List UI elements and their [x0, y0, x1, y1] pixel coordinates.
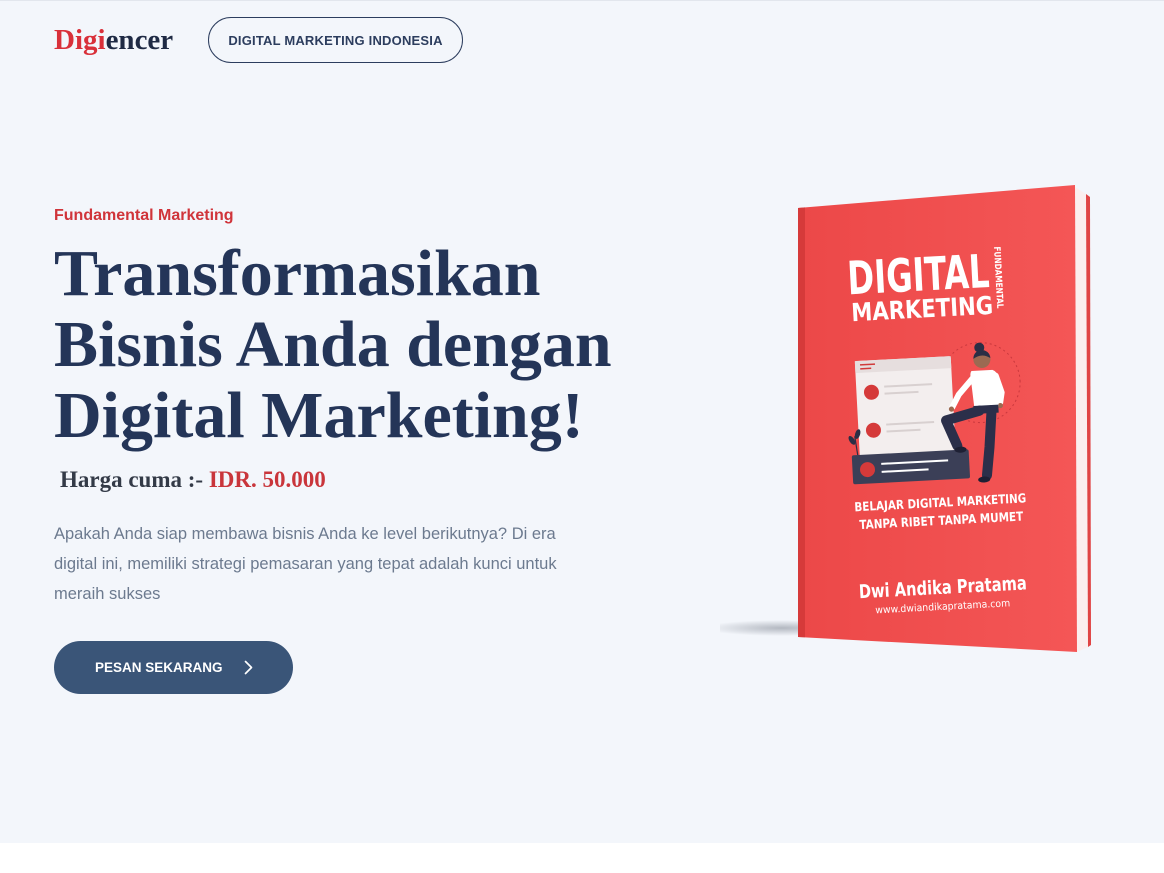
hero-description-line: meraih sukses	[54, 585, 161, 603]
browser-card-illustration	[854, 356, 956, 459]
hero-eyebrow: Fundamental Marketing	[54, 207, 234, 224]
landing-page: Digiencer DIGITAL MARKETING INDONESIA Fu…	[0, 0, 1164, 873]
hero-title-line: Bisnis Anda dengan	[54, 308, 612, 381]
chevron-right-icon-svg	[244, 660, 252, 675]
nav-button-digital-marketing-indonesia[interactable]: DIGITAL MARKETING INDONESIA	[208, 17, 463, 63]
hero-description-line: Apakah Anda siap membawa bisnis Anda ke …	[54, 525, 556, 543]
book-spine	[798, 207, 805, 638]
hero-title-line: Digital Marketing!	[54, 379, 584, 452]
book-pages-edge	[1075, 187, 1088, 652]
hero-title-line: Transformasikan	[54, 237, 541, 310]
price-line: Harga cuma :- IDR. 50.000	[60, 465, 326, 495]
book-cover-image: DIGITAL MARKETING FUNDAMENTAL BELAJAR DI…	[720, 185, 1091, 652]
logo-part-red: Digi	[54, 24, 106, 56]
site-logo[interactable]: Digiencer	[54, 22, 173, 58]
hero-description: Apakah Anda siap membawa bisnis Anda ke …	[54, 519, 557, 609]
hero-description-line: digital ini, memiliki strategi pemasaran…	[54, 555, 557, 573]
hero-title: Transformasikan Bisnis Anda dengan Digit…	[54, 238, 612, 451]
price-label: Harga cuma :-	[60, 467, 204, 492]
logo-part-dark: encer	[105, 24, 174, 56]
price-value: IDR. 50.000	[208, 467, 326, 492]
torso	[970, 369, 999, 409]
dark-bar-illustration	[851, 449, 970, 485]
order-now-label: PESAN SEKARANG	[95, 660, 223, 675]
order-now-button[interactable]: PESAN SEKARANG	[54, 641, 293, 694]
chevron-right-icon	[244, 660, 253, 675]
